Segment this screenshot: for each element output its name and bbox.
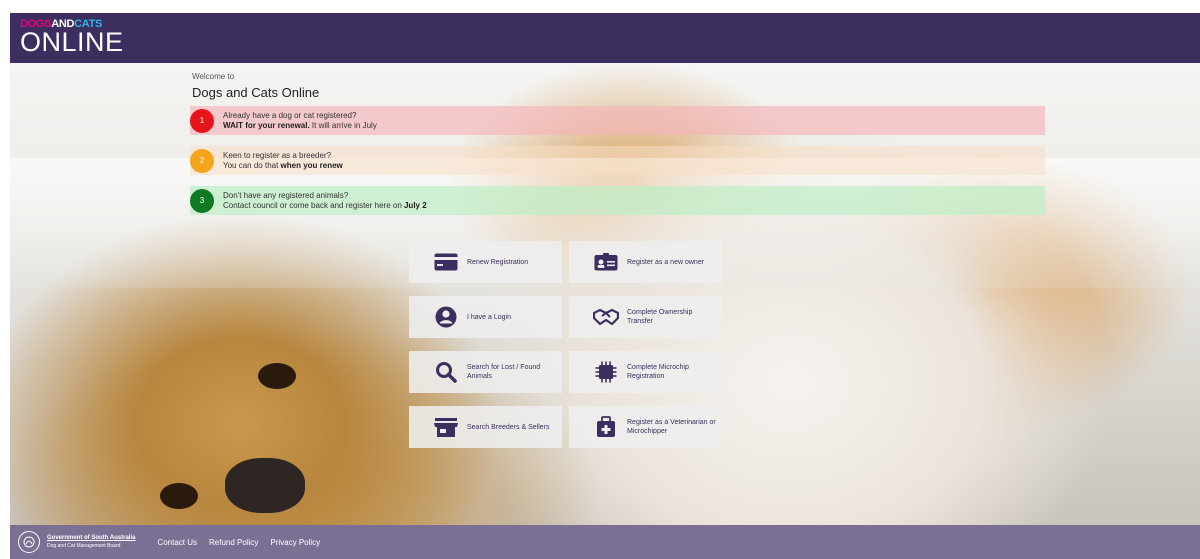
- welcome-label: Welcome to: [192, 72, 235, 81]
- notice-text: Keen to register as a breeder? You can d…: [223, 150, 343, 170]
- tile-label: Renew Registration: [467, 258, 529, 266]
- step-number-badge: 1: [190, 108, 214, 133]
- search-lost-found-button[interactable]: Search for Lost / Found Animals: [409, 351, 562, 393]
- tile-label: Complete Ownership Transfer: [627, 309, 693, 325]
- user-icon: [433, 306, 459, 328]
- tile-label: Register as a Veterinarian or Microchipp…: [627, 419, 716, 435]
- privacy-policy-link[interactable]: Privacy Policy: [270, 538, 320, 547]
- step-number-badge: 3: [190, 188, 214, 213]
- notice-text: Don't have any registered animals? Conta…: [223, 190, 427, 210]
- notice-renewal: 1 Already have a dog or cat registered? …: [190, 106, 1045, 135]
- register-new-owner-button[interactable]: Register as a new owner: [569, 241, 722, 283]
- government-logo[interactable]: Government of South Australia Dog and Ca…: [18, 531, 135, 553]
- coat-of-arms-icon: [18, 531, 40, 553]
- credit-card-icon: [433, 251, 459, 273]
- notice-text: Already have a dog or cat registered? WA…: [223, 110, 377, 130]
- step-number-badge: 2: [190, 148, 214, 173]
- microchip-icon: [593, 361, 619, 383]
- site-logo[interactable]: DOGSANDCATS ONLINE: [20, 19, 124, 56]
- government-name: Government of South Australia: [47, 535, 136, 541]
- top-strip: [0, 0, 1200, 13]
- site-footer: Government of South Australia Dog and Ca…: [10, 525, 1200, 559]
- ownership-transfer-button[interactable]: Complete Ownership Transfer: [569, 296, 722, 338]
- register-vet-button[interactable]: Register as a Veterinarian or Microchipp…: [569, 406, 722, 448]
- search-breeders-button[interactable]: Search Breeders & Sellers: [409, 406, 562, 448]
- notice-breeder: 2 Keen to register as a breeder? You can…: [190, 146, 1045, 175]
- refund-policy-link[interactable]: Refund Policy: [209, 538, 258, 547]
- page-title: Dogs and Cats Online: [192, 85, 320, 100]
- id-card-icon: [593, 251, 619, 273]
- tile-label: Complete Microchip Registration: [627, 364, 689, 380]
- site-header: DOGSANDCATS ONLINE: [10, 13, 1200, 63]
- tile-label: Search for Lost / Found Animals: [467, 364, 541, 380]
- microchip-registration-button[interactable]: Complete Microchip Registration: [569, 351, 722, 393]
- medical-kit-icon: [593, 416, 619, 438]
- store-icon: [433, 416, 459, 438]
- board-name: Dog and Cat Management Board: [47, 543, 121, 549]
- search-icon: [433, 361, 459, 383]
- login-button[interactable]: I have a Login: [409, 296, 562, 338]
- tile-label: I have a Login: [467, 313, 511, 321]
- handshake-icon: [593, 306, 619, 328]
- notice-new-registration: 3 Don't have any registered animals? Con…: [190, 186, 1045, 215]
- tile-label: Search Breeders & Sellers: [467, 423, 550, 431]
- renew-registration-button[interactable]: Renew Registration: [409, 241, 562, 283]
- contact-us-link[interactable]: Contact Us: [157, 538, 197, 547]
- tile-label: Register as a new owner: [627, 258, 705, 266]
